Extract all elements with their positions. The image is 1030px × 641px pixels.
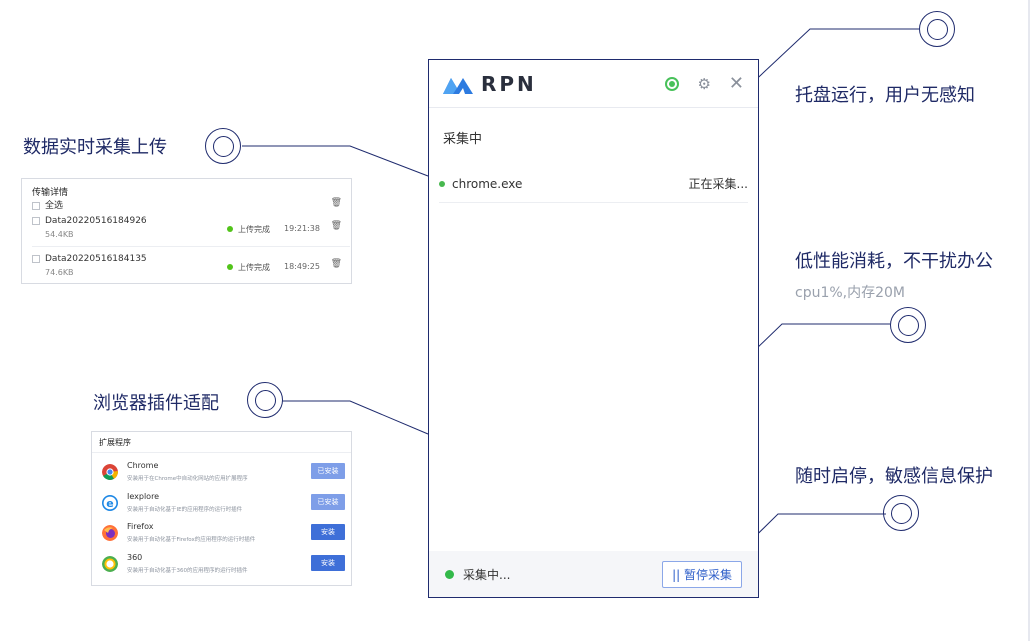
extension-desc: 安装用于自动化基于IE的应用程序的运行时插件 (127, 507, 243, 513)
caption-lowcost: 低性能消耗，不干扰办公 (795, 251, 993, 272)
table-row: Data20220516184135 74.6KB 上传完成 18:49:25 … (32, 254, 344, 277)
delete-all-icon[interactable]: 🗑 (331, 198, 342, 208)
app-header: RPN ⚙ ✕ (429, 60, 758, 108)
extensions-divider (92, 452, 351, 453)
gear-icon[interactable]: ⚙ (697, 75, 710, 93)
app-window: RPN ⚙ ✕ 采集中 chrome.exe 正在采集... 采集中... ||… (428, 59, 759, 598)
svg-text:e: e (106, 497, 113, 510)
install-button[interactable]: 安装 (311, 524, 345, 540)
extension-name: Iexplore (127, 492, 160, 501)
process-row: chrome.exe 正在采集... (439, 175, 748, 203)
pause-button[interactable]: || 暂停采集 (662, 560, 742, 588)
caption-upload: 数据实时采集上传 (23, 137, 167, 158)
tray-ring-icon (919, 11, 955, 47)
caption-pause: 随时启停，敏感信息保护 (795, 466, 993, 487)
delete-icon[interactable]: 🗑 (331, 221, 342, 231)
upload-ring-icon (205, 128, 241, 164)
row-divider (32, 246, 350, 247)
list-item: e Iexplore 安装用于自动化基于IE的应用程序的运行时插件 已安装 (102, 492, 346, 516)
collect-status-title: 采集中 (443, 132, 483, 147)
installed-button[interactable]: 已安装 (311, 494, 345, 510)
select-all-label: 全选 (45, 201, 64, 211)
process-state: 正在采集... (688, 177, 748, 191)
caption-tray: 托盘运行，用户无感知 (795, 85, 975, 106)
delete-icon[interactable]: 🗑 (331, 259, 342, 269)
chrome-icon (102, 464, 118, 480)
feature-showcase: 托盘运行，用户无感知 数据实时采集上传 低性能消耗，不干扰办公 cpu1%,内存… (0, 0, 1030, 641)
extension-name: 360 (127, 553, 143, 562)
firefox-icon (102, 525, 118, 541)
caption-plugins: 浏览器插件适配 (93, 393, 219, 414)
360-icon (102, 556, 118, 572)
installed-button[interactable]: 已安装 (311, 463, 345, 479)
upload-time: 18:49:25 (284, 262, 320, 271)
footer-status-dot (445, 569, 454, 579)
table-row: Data20220516184926 54.4KB 上传完成 19:21:38 … (32, 216, 344, 239)
process-status-dot (439, 180, 445, 187)
app-footer: 采集中... || 暂停采集 (429, 551, 758, 597)
extension-desc: 安装用于自动化基于360的应用程序的运行时插件 (127, 568, 248, 574)
extension-desc: 安装用于在Chrome中自动化网站的应用扩展程序 (127, 476, 248, 482)
row-checkbox[interactable] (32, 216, 40, 225)
transfer-title: 传输详情 (32, 188, 69, 198)
success-dot-icon (227, 264, 233, 270)
process-name: chrome.exe (452, 176, 523, 191)
row-checkbox[interactable] (32, 254, 40, 263)
lowcost-ring-icon (890, 307, 926, 343)
brand-logo-icon (443, 77, 473, 94)
list-item: Firefox 安装用于自动化基于Firefox的应用程序的运行时插件 安装 (102, 522, 346, 546)
status-indicator-icon[interactable] (665, 76, 680, 91)
extension-name: Firefox (127, 522, 154, 531)
extension-name: Chrome (127, 461, 159, 470)
extension-desc: 安装用于自动化基于Firefox的应用程序的运行时插件 (127, 537, 256, 543)
brand-name: RPN (481, 71, 537, 96)
ie-icon: e (102, 495, 118, 511)
list-item: Chrome 安装用于在Chrome中自动化网站的应用扩展程序 已安装 (102, 461, 346, 485)
caption-lowcost-sub: cpu1%,内存20M (795, 285, 906, 301)
select-all-row: 全选 🗑 (32, 198, 344, 211)
upload-status: 上传完成 (227, 262, 270, 273)
close-icon[interactable]: ✕ (729, 73, 744, 94)
footer-status: 采集中... (463, 567, 511, 582)
success-dot-icon (227, 226, 233, 232)
pause-ring-icon (883, 495, 919, 531)
select-all-checkbox[interactable] (32, 201, 40, 210)
list-item: 360 安装用于自动化基于360的应用程序的运行时插件 安装 (102, 553, 346, 577)
file-name: Data20220516184135 (45, 254, 147, 264)
plugins-ring-icon (247, 382, 283, 418)
extensions-title: 扩展程序 (99, 438, 131, 447)
extensions-panel: 扩展程序 Chrome 安装用于在Chrome中自动化网站的应用扩展程序 已安装… (91, 431, 352, 586)
upload-status: 上传完成 (227, 224, 270, 235)
install-button[interactable]: 安装 (311, 555, 345, 571)
transfer-panel: 传输详情 全选 🗑 Data20220516184926 54.4KB 上传完成… (21, 178, 352, 284)
upload-time: 19:21:38 (284, 224, 320, 233)
app-logo: RPN (443, 72, 537, 96)
file-name: Data20220516184926 (45, 216, 147, 226)
